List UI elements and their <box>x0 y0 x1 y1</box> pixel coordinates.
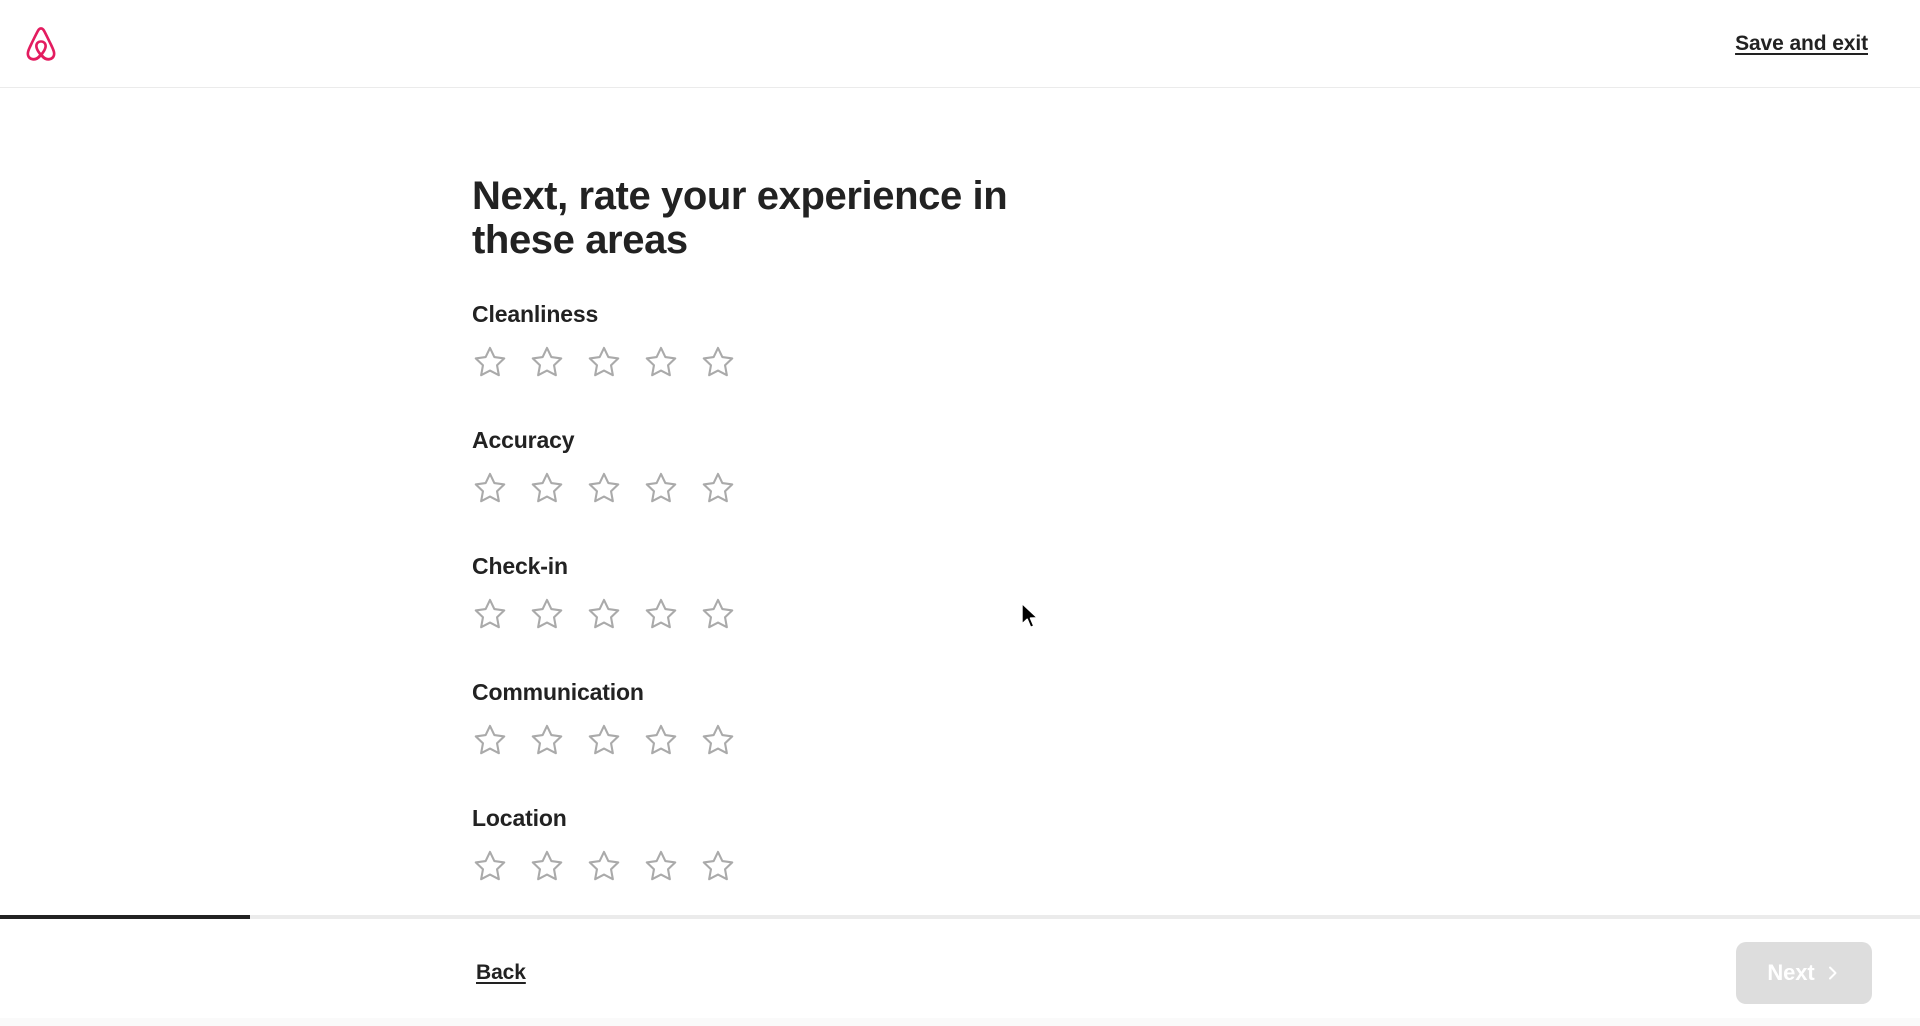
star-icon-5[interactable] <box>700 596 736 632</box>
main-content-area: Next, rate your experience in these area… <box>0 89 1920 918</box>
star-icon-1[interactable] <box>472 596 508 632</box>
star-icon-4[interactable] <box>643 596 679 632</box>
star-icon-5[interactable] <box>700 470 736 506</box>
airbnb-review-page: Save and exit Next, rate your experience… <box>0 0 1920 1026</box>
star-icon-2[interactable] <box>529 848 565 884</box>
star-icon-2[interactable] <box>529 722 565 758</box>
rating-form: Next, rate your experience in these area… <box>472 174 1232 918</box>
star-icon-4[interactable] <box>643 344 679 380</box>
star-icon-4[interactable] <box>643 470 679 506</box>
rating-label: Cleanliness <box>472 301 599 327</box>
star-icon-2[interactable] <box>529 470 565 506</box>
star-rating-check-in[interactable] <box>472 596 1232 632</box>
star-icon-1[interactable] <box>472 722 508 758</box>
rating-label: Check-in <box>472 553 568 579</box>
rating-group-communication: Communication <box>472 678 1232 758</box>
airbnb-belo-logo-icon <box>24 25 58 62</box>
star-icon-5[interactable] <box>700 344 736 380</box>
star-icon-4[interactable] <box>643 722 679 758</box>
rating-group-location: Location <box>472 804 1232 884</box>
rating-group-cleanliness: Cleanliness <box>472 300 1232 380</box>
star-icon-4[interactable] <box>643 848 679 884</box>
star-rating-accuracy[interactable] <box>472 470 1232 506</box>
star-icon-3[interactable] <box>586 722 622 758</box>
rating-label: Location <box>472 805 567 831</box>
star-icon-5[interactable] <box>700 848 736 884</box>
window-bottom-edge <box>0 1018 1920 1026</box>
page-header: Save and exit <box>0 0 1920 88</box>
star-icon-2[interactable] <box>529 344 565 380</box>
chevron-right-icon <box>1825 965 1841 981</box>
airbnb-logo-link[interactable] <box>24 20 72 68</box>
page-footer: Back Next <box>0 915 1920 1026</box>
star-rating-cleanliness[interactable] <box>472 344 1232 380</box>
star-icon-3[interactable] <box>586 848 622 884</box>
star-icon-1[interactable] <box>472 848 508 884</box>
footer-actions: Back Next <box>0 919 1920 1026</box>
star-icon-1[interactable] <box>472 344 508 380</box>
next-button[interactable]: Next <box>1736 941 1872 1004</box>
star-icon-3[interactable] <box>586 344 622 380</box>
next-button-label: Next <box>1767 959 1815 985</box>
star-icon-5[interactable] <box>700 722 736 758</box>
back-button[interactable]: Back <box>472 953 530 993</box>
rating-label: Communication <box>472 679 644 705</box>
star-icon-1[interactable] <box>472 470 508 506</box>
page-title: Next, rate your experience in these area… <box>472 174 1008 262</box>
star-icon-3[interactable] <box>586 470 622 506</box>
star-rating-location[interactable] <box>472 848 1232 884</box>
rating-group-accuracy: Accuracy <box>472 426 1232 506</box>
rating-group-check-in: Check-in <box>472 552 1232 632</box>
rating-label: Accuracy <box>472 427 575 453</box>
star-rating-communication[interactable] <box>472 722 1232 758</box>
star-icon-3[interactable] <box>586 596 622 632</box>
save-and-exit-button[interactable]: Save and exit <box>1731 24 1872 64</box>
star-icon-2[interactable] <box>529 596 565 632</box>
